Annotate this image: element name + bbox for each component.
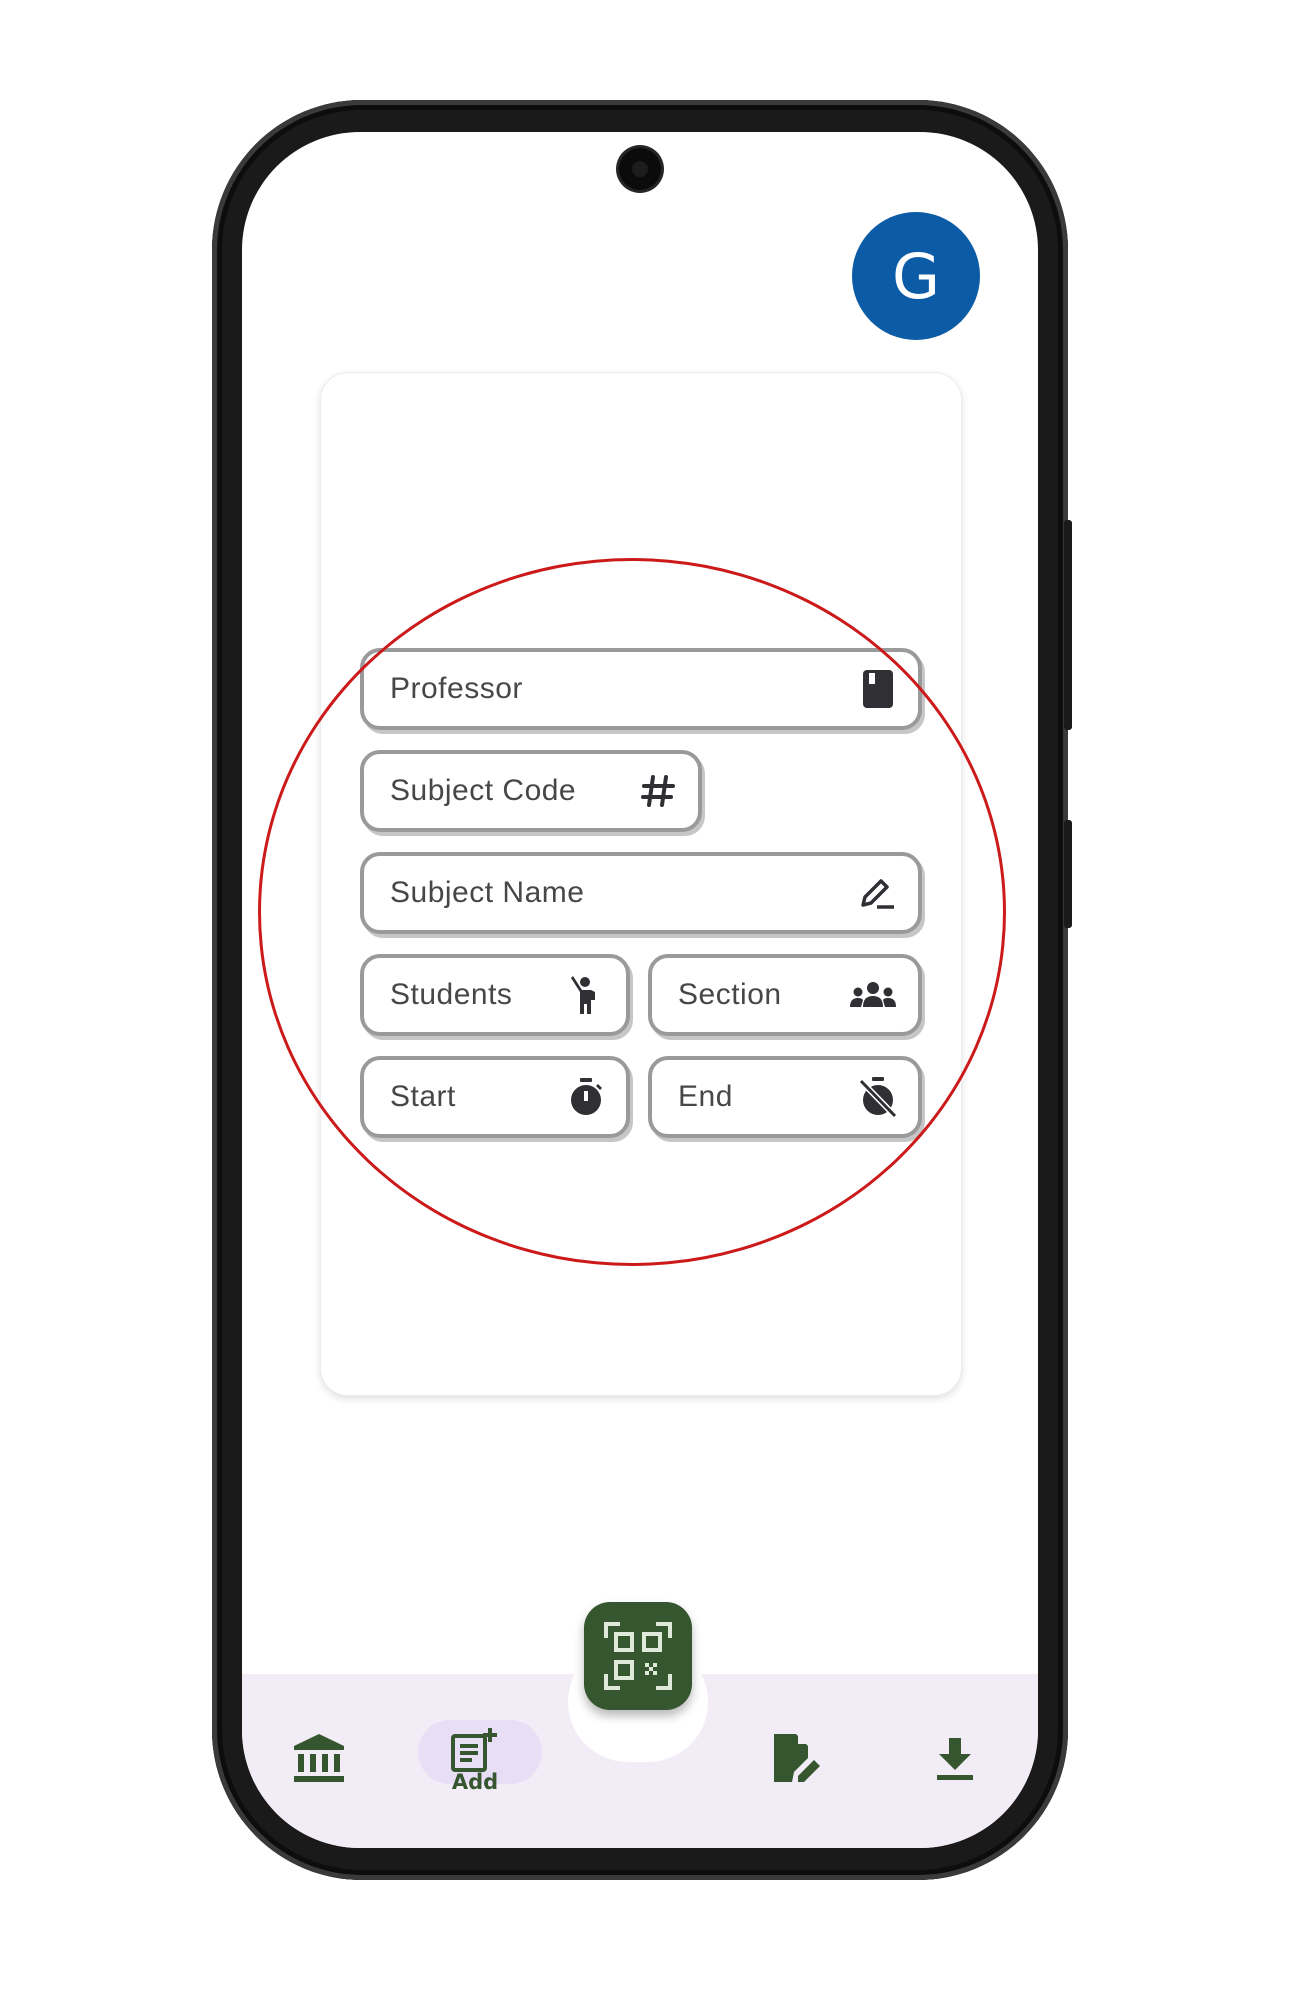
hashtag-icon [638, 771, 678, 811]
professor-field[interactable]: Professor [360, 648, 922, 730]
subject-name-label: Subject Name [390, 876, 585, 909]
groups-icon [848, 975, 898, 1015]
subject-name-field[interactable]: Subject Name [360, 852, 922, 934]
nav-add-label: Add [451, 1770, 499, 1794]
nav-edit-document[interactable] [772, 1732, 822, 1784]
end-field[interactable]: End [648, 1056, 922, 1138]
students-label: Students [390, 978, 513, 1011]
qr-scan-button[interactable] [584, 1602, 692, 1710]
section-label: Section [678, 978, 782, 1011]
start-field[interactable]: Start [360, 1056, 630, 1138]
professor-label: Professor [390, 672, 523, 705]
students-field[interactable]: Students [360, 954, 630, 1036]
subject-code-label: Subject Code [390, 774, 577, 807]
nav-add[interactable]: Add [450, 1726, 500, 1794]
nav-institution[interactable] [292, 1734, 346, 1784]
front-camera [619, 148, 661, 190]
qr-scan-icon [604, 1622, 672, 1690]
start-label: Start [390, 1080, 456, 1113]
phone-frame: G Professor Subject Code Subject Name St… [212, 100, 1072, 1880]
subject-code-field[interactable]: Subject Code [360, 750, 702, 832]
end-label: End [678, 1080, 733, 1113]
stopwatch-icon [566, 1077, 606, 1117]
person-raising-hand-icon [566, 975, 606, 1015]
timer-off-icon [858, 1077, 898, 1118]
avatar-letter: G [891, 239, 941, 313]
add-note-icon [451, 1728, 497, 1772]
edit-document-icon [774, 1734, 820, 1782]
power-button [1064, 520, 1072, 730]
profile-avatar[interactable]: G [852, 212, 980, 340]
nav-download[interactable] [934, 1736, 976, 1782]
pencil-signature-icon [858, 873, 898, 913]
download-icon [937, 1738, 973, 1780]
section-field[interactable]: Section [648, 954, 922, 1036]
app-screen: G Professor Subject Code Subject Name St… [242, 132, 1038, 1848]
volume-button [1064, 820, 1072, 928]
institution-icon [294, 1734, 344, 1782]
book-icon [858, 669, 898, 709]
